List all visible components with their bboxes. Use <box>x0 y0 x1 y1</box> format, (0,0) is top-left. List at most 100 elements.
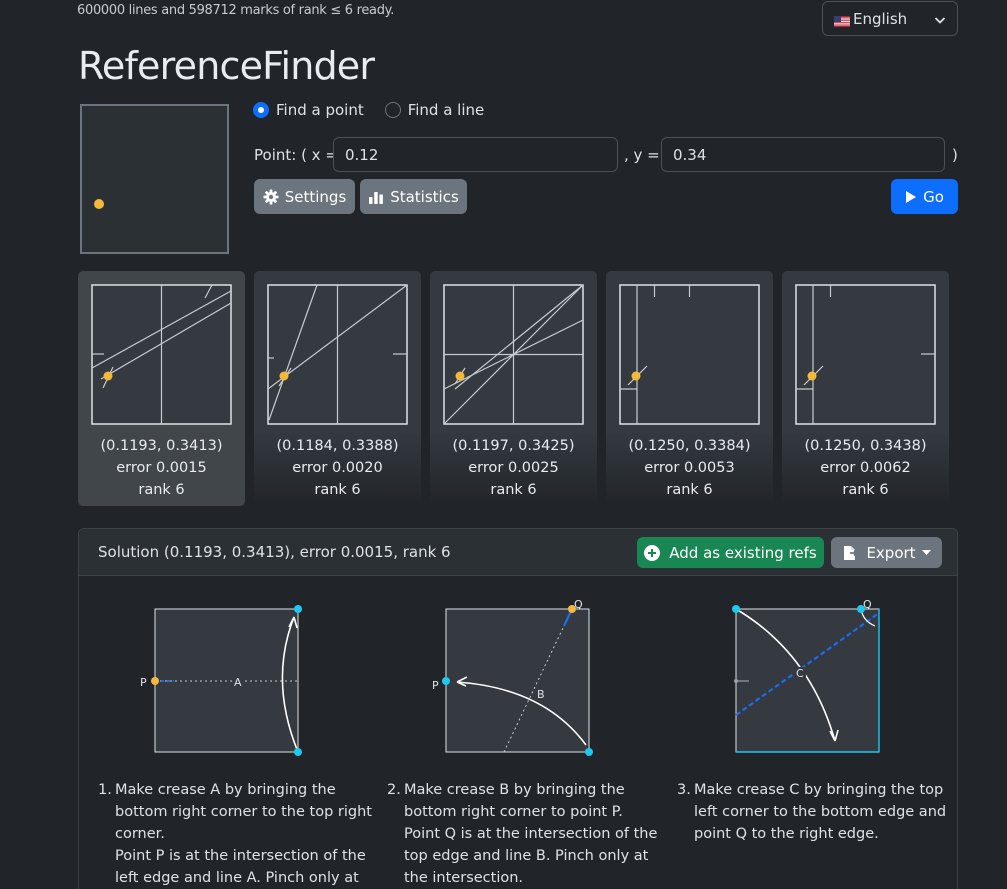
step-3-text: 3. Make crease C by bringing the top left… <box>677 779 947 845</box>
result-rank: rank 6 <box>138 482 185 498</box>
export-label: Export <box>866 543 916 562</box>
step-line: Make crease A by bringing the <box>115 782 336 798</box>
step-line: left edge and line A. Pinch only at <box>115 870 359 886</box>
settings-button-label: Settings <box>284 187 347 206</box>
point-p-label: P <box>432 679 439 692</box>
result-card[interactable]: (0.1197, 0.3425) error 0.0025 rank 6 <box>430 271 597 506</box>
crease-b-label: B <box>537 688 545 701</box>
step-line: Point Q is at the intersection of the <box>404 826 658 842</box>
result-diagram-2 <box>267 284 408 425</box>
add-existing-refs-label: Add as existing refs <box>669 543 817 562</box>
go-button-label: Go <box>923 187 944 206</box>
result-card[interactable]: (0.1184, 0.3388) error 0.0020 rank 6 <box>254 271 421 506</box>
app-title: ReferenceFinder <box>78 44 375 88</box>
result-diagram-4 <box>619 284 760 425</box>
result-card[interactable]: (0.1250, 0.3438) error 0.0062 rank 6 <box>782 271 949 506</box>
point-close-paren: ) <box>952 146 958 164</box>
result-diagram-1 <box>91 284 232 425</box>
result-cards: (0.1193, 0.3413) error 0.0015 rank 6 (0.… <box>78 271 950 507</box>
result-card[interactable]: (0.1193, 0.3413) error 0.0015 rank 6 <box>78 271 245 506</box>
result-coords: (0.1250, 0.3384) <box>628 438 751 454</box>
go-button[interactable]: Go <box>891 179 958 214</box>
result-rank: rank 6 <box>666 482 713 498</box>
result-card[interactable]: (0.1250, 0.3384) error 0.0053 rank 6 <box>606 271 773 506</box>
radio-find-point-label: Find a point <box>276 101 364 119</box>
plus-circle-icon <box>644 544 661 561</box>
result-error: error 0.0053 <box>644 460 735 476</box>
point-q-label: Q <box>574 598 583 611</box>
step-line: bottom right corner to point P. <box>404 804 623 820</box>
point-y-label: , y = <box>624 146 660 164</box>
step-line: Make crease C by bringing the top <box>694 782 944 798</box>
point-p-label: P <box>140 676 147 689</box>
radio-checked-icon[interactable] <box>253 102 269 118</box>
export-dropdown-button[interactable]: Export <box>831 537 942 568</box>
mode-selector: Find a point Find a line <box>253 101 505 119</box>
step-line: corner. <box>115 826 165 842</box>
result-rank: rank 6 <box>490 482 537 498</box>
result-error: error 0.0015 <box>116 460 207 476</box>
x-coordinate-input[interactable] <box>333 137 618 172</box>
result-coords: (0.1184, 0.3388) <box>276 438 399 454</box>
result-rank: rank 6 <box>842 482 889 498</box>
export-file-icon <box>842 545 859 561</box>
result-coords: (0.1193, 0.3413) <box>100 438 223 454</box>
result-info: (0.1197, 0.3425) error 0.0025 rank 6 <box>430 435 597 501</box>
step-number: 1. <box>98 782 112 798</box>
result-diagram-3 <box>443 284 584 425</box>
add-existing-refs-button[interactable]: Add as existing refs <box>637 537 824 568</box>
settings-button[interactable]: Settings <box>254 179 355 214</box>
point-x-label: Point: ( x = <box>254 146 338 164</box>
bar-chart-icon <box>368 190 384 204</box>
result-error: error 0.0020 <box>292 460 383 476</box>
result-info: (0.1193, 0.3413) error 0.0015 rank 6 <box>78 435 245 501</box>
result-info: (0.1250, 0.3438) error 0.0062 rank 6 <box>782 435 949 501</box>
point-preview[interactable] <box>80 104 229 254</box>
step-number: 3. <box>677 782 691 798</box>
chevron-down-icon <box>934 12 946 30</box>
result-error: error 0.0025 <box>468 460 559 476</box>
step-2-text: 2. Make crease B by bringing the bottom r… <box>387 779 667 889</box>
caret-down-icon <box>921 549 931 556</box>
us-flag-icon <box>834 13 850 27</box>
step-1-text: 1. Make crease A by bringing the bottom r… <box>98 779 378 889</box>
gear-icon <box>263 189 279 205</box>
language-select[interactable]: English <box>822 1 958 36</box>
status-text: 600000 lines and 598712 marks of rank ≤ … <box>77 3 395 18</box>
target-point-marker <box>94 199 104 209</box>
result-coords: (0.1250, 0.3438) <box>804 438 927 454</box>
step-line: Make crease B by bringing the <box>404 782 625 798</box>
step-line: the intersection. <box>404 870 524 886</box>
crease-c-label: C <box>796 667 804 680</box>
step-1-diagram: P A <box>140 605 302 756</box>
result-coords: (0.1197, 0.3425) <box>452 438 575 454</box>
radio-find-point[interactable]: Find a point <box>253 101 364 119</box>
statistics-button[interactable]: Statistics <box>360 179 467 214</box>
result-error: error 0.0062 <box>820 460 911 476</box>
radio-find-line[interactable]: Find a line <box>384 101 485 119</box>
step-line: top edge and line B. Pinch only at <box>404 848 649 864</box>
step-line: left corner to the bottom edge and <box>694 804 947 820</box>
radio-unchecked-icon[interactable] <box>384 102 401 118</box>
point-q-label: Q <box>863 598 872 611</box>
step-line: bottom right corner to the top right <box>115 804 372 820</box>
result-diagram-5 <box>795 284 936 425</box>
point-input-row: Point: ( x = , y = ) <box>254 137 960 172</box>
play-icon <box>905 190 917 204</box>
solution-header: Solution (0.1193, 0.3413), error 0.0015,… <box>79 529 957 576</box>
step-line: point Q to the right edge. <box>694 826 879 842</box>
step-3-diagram: C Q <box>732 598 880 753</box>
solution-panel: Solution (0.1193, 0.3413), error 0.0015,… <box>78 528 958 889</box>
solution-title: Solution (0.1193, 0.3413), error 0.0015,… <box>98 543 451 561</box>
step-number: 2. <box>387 782 401 798</box>
result-rank: rank 6 <box>314 482 361 498</box>
language-label: English <box>853 9 908 28</box>
step-2-diagram: P Q B <box>432 598 593 756</box>
result-info: (0.1250, 0.3384) error 0.0053 rank 6 <box>606 435 773 501</box>
step-line: Point P is at the intersection of the <box>115 848 366 864</box>
result-info: (0.1184, 0.3388) error 0.0020 rank 6 <box>254 435 421 501</box>
radio-find-line-label: Find a line <box>407 101 485 119</box>
statistics-button-label: Statistics <box>390 187 459 206</box>
crease-a-label: A <box>234 676 242 689</box>
y-coordinate-input[interactable] <box>661 137 945 172</box>
